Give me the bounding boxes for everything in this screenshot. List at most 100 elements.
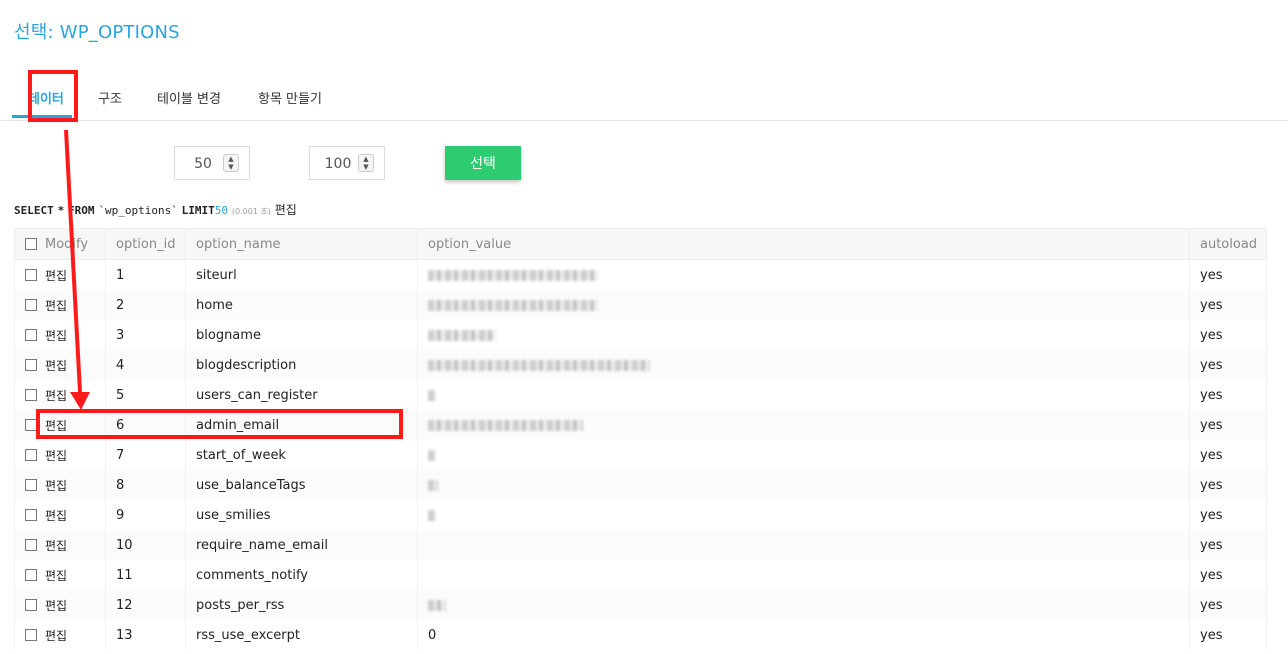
row-edit-link[interactable]: 편집 <box>45 449 67 463</box>
table-row: 편집 10 require_name_email yes <box>14 530 1267 560</box>
sql-select-keyword: SELECT <box>14 204 54 217</box>
sql-star: * <box>57 204 65 217</box>
table-row: 편집 8 use_balanceTags yes <box>14 470 1267 500</box>
cell-autoload: yes <box>1189 590 1267 620</box>
row-checkbox[interactable] <box>25 539 37 551</box>
cell-option-id: 8 <box>105 470 186 500</box>
table-row: 편집 12 posts_per_rss yes <box>14 590 1267 620</box>
cell-autoload: yes <box>1189 440 1267 470</box>
table-row: 편집 5 users_can_register yes <box>14 380 1267 410</box>
cell-option-value <box>417 500 1190 530</box>
cell-option-name: use_smilies <box>185 500 418 530</box>
cell-option-value <box>417 530 1190 560</box>
row-checkbox[interactable] <box>25 389 37 401</box>
tab-alter-table[interactable]: 테이블 변경 <box>157 88 221 119</box>
cell-autoload: yes <box>1189 410 1267 440</box>
row-edit-link[interactable]: 편집 <box>45 509 67 523</box>
cell-autoload: yes <box>1189 620 1267 650</box>
cell-option-value <box>417 380 1190 410</box>
table-row: 편집 9 use_smilies yes <box>14 500 1267 530</box>
row-edit-link[interactable]: 편집 <box>45 299 67 313</box>
cell-option-name: posts_per_rss <box>185 590 418 620</box>
row-checkbox[interactable] <box>25 599 37 611</box>
row-checkbox[interactable] <box>25 359 37 371</box>
sql-edit-link[interactable]: 편집 <box>275 203 297 217</box>
row-checkbox[interactable] <box>25 569 37 581</box>
cell-option-value <box>417 350 1190 380</box>
blurred-value <box>428 419 583 431</box>
cell-option-id: 5 <box>105 380 186 410</box>
row-edit-link[interactable]: 편집 <box>45 629 67 643</box>
cell-option-name: rss_use_excerpt <box>185 620 418 650</box>
cell-option-id: 1 <box>105 259 186 290</box>
select-button[interactable]: 선택 <box>445 146 521 180</box>
blurred-value <box>428 449 436 461</box>
cell-option-value <box>417 590 1190 620</box>
cell-option-id: 3 <box>105 320 186 350</box>
row-edit-link[interactable]: 편집 <box>45 599 67 613</box>
col-autoload[interactable]: autoload <box>1189 228 1267 260</box>
col-option-value[interactable]: option_value <box>417 228 1190 260</box>
cell-option-value <box>417 470 1190 500</box>
cell-autoload: yes <box>1189 560 1267 590</box>
cell-option-value <box>417 320 1190 350</box>
cell-autoload: yes <box>1189 290 1267 320</box>
blurred-value <box>428 329 496 341</box>
cell-option-name: home <box>185 290 418 320</box>
row-edit-link[interactable]: 편집 <box>45 269 67 283</box>
select-all-checkbox[interactable] <box>25 238 37 250</box>
cell-option-name: use_balanceTags <box>185 470 418 500</box>
blurred-value <box>428 269 598 281</box>
limit-stepper[interactable]: ▲▼ <box>309 146 385 181</box>
row-edit-link[interactable]: 편집 <box>45 539 67 553</box>
cell-modify: 편집 <box>14 590 106 620</box>
table-row: 편집 2 home yes <box>14 290 1267 320</box>
table-row: 편집 1 siteurl yes <box>14 259 1267 290</box>
tab-structure[interactable]: 구조 <box>98 88 122 119</box>
col-modify[interactable]: Modify <box>14 228 106 260</box>
col-option-name[interactable]: option_name <box>185 228 418 260</box>
row-checkbox[interactable] <box>25 509 37 521</box>
spinner-arrows-icon[interactable]: ▲ ▼ <box>358 154 374 172</box>
cell-option-id: 11 <box>105 560 186 590</box>
table-row: 편집 13 rss_use_excerpt 0 yes <box>14 620 1267 650</box>
row-edit-link[interactable]: 편집 <box>45 479 67 493</box>
row-checkbox[interactable] <box>25 299 37 311</box>
row-edit-link[interactable]: 편집 <box>45 359 67 373</box>
cell-autoload: yes <box>1189 500 1267 530</box>
cell-modify: 편집 <box>14 380 106 410</box>
row-checkbox[interactable] <box>25 479 37 491</box>
row-edit-link[interactable]: 편집 <box>45 329 67 343</box>
cell-option-id: 12 <box>105 590 186 620</box>
cell-option-value <box>417 560 1190 590</box>
cell-option-id: 2 <box>105 290 186 320</box>
sql-limit-number: 50 <box>214 204 229 217</box>
row-checkbox[interactable] <box>25 449 37 461</box>
spinner-arrows-icon[interactable]: ▲ ▼ <box>223 154 239 172</box>
row-edit-link[interactable]: 편집 <box>45 389 67 403</box>
cell-modify: 편집 <box>14 350 106 380</box>
cell-option-name: require_name_email <box>185 530 418 560</box>
table-row: 편집 3 blogname yes <box>14 320 1267 350</box>
blurred-value <box>428 299 598 311</box>
row-checkbox[interactable] <box>25 629 37 641</box>
sql-from-keyword: FROM <box>68 204 95 217</box>
cell-option-value: 0 <box>417 620 1190 650</box>
tab-new-item[interactable]: 항목 만들기 <box>258 88 322 119</box>
blurred-value <box>428 359 650 371</box>
cell-option-value <box>417 440 1190 470</box>
col-option-id[interactable]: option_id <box>105 228 186 260</box>
cell-autoload: yes <box>1189 259 1267 290</box>
row-edit-link[interactable]: 편집 <box>45 569 67 583</box>
cell-modify: 편집 <box>14 560 106 590</box>
blurred-value <box>428 599 446 611</box>
table-row: 편집 7 start_of_week yes <box>14 440 1267 470</box>
sql-exec-time: (0.001 초) <box>231 207 271 216</box>
cell-modify: 편집 <box>14 320 106 350</box>
table-header-row: Modify option_id option_name option_valu… <box>14 228 1267 260</box>
cell-option-name: comments_notify <box>185 560 418 590</box>
offset-stepper[interactable]: ▲▼ <box>174 146 250 181</box>
row-checkbox[interactable] <box>25 329 37 341</box>
row-checkbox[interactable] <box>25 269 37 281</box>
cell-option-id: 4 <box>105 350 186 380</box>
